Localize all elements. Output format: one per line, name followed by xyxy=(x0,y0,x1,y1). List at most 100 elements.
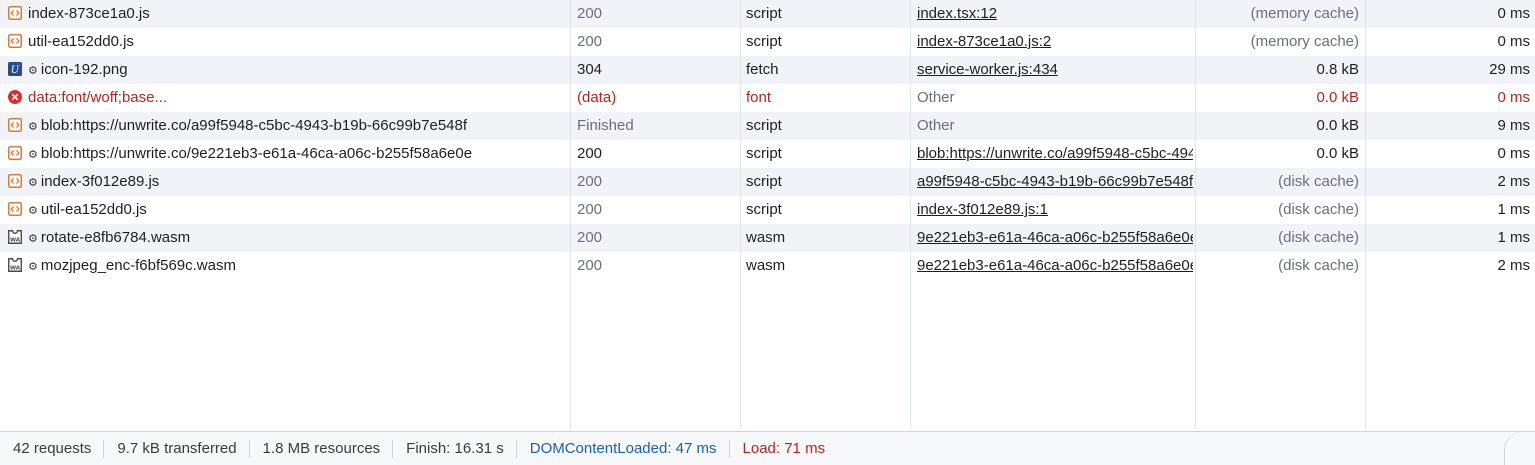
request-size: (disk cache) xyxy=(1278,173,1359,190)
request-status: 200 xyxy=(577,257,603,274)
request-name: data:font/woff;base... xyxy=(28,89,167,106)
table-row[interactable]: ⚙ index-3f012e89.js 200 script a99f5948-c5bc… xyxy=(0,168,1535,196)
svg-text:WA: WA xyxy=(10,266,21,272)
request-initiator-cell: 9e221eb3-e61a-46ca-a06c-b255f58a6e0e xyxy=(917,252,1193,280)
column-divider[interactable] xyxy=(1195,0,1196,430)
service-worker-gear-icon: ⚙ xyxy=(28,149,38,161)
request-time: 2 ms xyxy=(1497,257,1530,274)
request-name: util-ea152dd0.js xyxy=(28,33,134,50)
initiator-text: Other xyxy=(917,89,955,106)
initiator-link[interactable]: blob:https://unwrite.co/a99f5948-c5bc-49… xyxy=(917,145,1193,162)
svg-text:U: U xyxy=(11,65,20,76)
request-status: 200 xyxy=(577,201,603,218)
table-row[interactable]: WA ⚙ rotate-e8fb6784.wasm 200 wasm 9e221eb3-e… xyxy=(0,224,1535,252)
svg-text:WA: WA xyxy=(10,238,21,244)
request-status: (data) xyxy=(577,89,617,106)
request-name: blob:https://unwrite.co/a99f5948-c5bc-49… xyxy=(40,117,468,134)
request-type: script xyxy=(746,5,782,22)
request-initiator-cell: index-3f012e89.js:1 xyxy=(917,196,1193,224)
request-name-cell[interactable]: WA ⚙ rotate-e8fb6784.wasm xyxy=(8,224,564,252)
request-size: 0.0 kB xyxy=(1316,145,1359,162)
table-row[interactable]: ⚙ blob:https://unwrite.co/9e221eb3-e61a-4… xyxy=(0,140,1535,168)
initiator-link[interactable]: service-worker.js:434 xyxy=(917,61,1058,78)
request-size: 0.8 kB xyxy=(1316,61,1359,78)
request-status: 200 xyxy=(577,33,603,50)
resources-size: 1.8 MB resources xyxy=(250,440,394,459)
column-divider[interactable] xyxy=(1365,0,1366,430)
request-time: 9 ms xyxy=(1497,117,1530,134)
table-row[interactable]: WA ⚙ mozjpeg_enc-f6bf569c.wasm 200 wasm 9e221… xyxy=(0,252,1535,280)
request-status: 200 xyxy=(577,229,603,246)
request-count: 42 requests xyxy=(0,440,105,459)
request-size: (memory cache) xyxy=(1250,5,1359,22)
request-type: script xyxy=(746,173,782,190)
request-initiator-cell: blob:https://unwrite.co/a99f5948-c5bc-49… xyxy=(917,140,1193,168)
initiator-link[interactable]: 9e221eb3-e61a-46ca-a06c-b255f58a6e0e xyxy=(917,257,1193,274)
request-status: 200 xyxy=(577,173,603,190)
table-row[interactable]: ⚙ blob:https://unwrite.co/a99f5948-c5bc-4… xyxy=(0,112,1535,140)
request-name: rotate-e8fb6784.wasm xyxy=(40,229,191,246)
request-initiator-cell: service-worker.js:434 xyxy=(917,56,1193,84)
wasm-file-icon: WA xyxy=(8,254,22,272)
transferred-size: 9.7 kB transferred xyxy=(104,440,250,459)
dom-content-loaded-time: DOMContentLoaded: 47 ms xyxy=(517,440,730,459)
column-divider[interactable] xyxy=(910,0,911,430)
service-worker-gear-icon: ⚙ xyxy=(28,261,38,273)
initiator-link[interactable]: index-873ce1a0.js:2 xyxy=(917,33,1051,50)
table-row[interactable]: util-ea152dd0.js 200 script index-873ce1a0.… xyxy=(0,28,1535,56)
request-name: util-ea152dd0.js xyxy=(40,201,147,218)
request-name-cell[interactable]: ⚙ util-ea152dd0.js xyxy=(8,196,564,224)
request-name: blob:https://unwrite.co/9e221eb3-e61a-46… xyxy=(40,145,473,162)
request-time: 0 ms xyxy=(1497,33,1530,50)
request-type: script xyxy=(746,145,782,162)
request-time: 0 ms xyxy=(1497,145,1530,162)
script-file-icon xyxy=(8,114,22,132)
request-size: (disk cache) xyxy=(1278,201,1359,218)
table-row[interactable]: ⚙ util-ea152dd0.js 200 script index-3f012e89… xyxy=(0,196,1535,224)
request-size: 0.0 kB xyxy=(1316,89,1359,106)
error-icon xyxy=(8,86,22,104)
request-initiator-cell: Other xyxy=(917,84,1193,112)
table-row[interactable]: index-873ce1a0.js 200 script index.tsx:12 (m… xyxy=(0,0,1535,28)
finish-time: Finish: 16.31 s xyxy=(393,440,517,459)
request-time: 0 ms xyxy=(1497,5,1530,22)
request-status: 304 xyxy=(577,61,603,78)
initiator-link[interactable]: index-3f012e89.js:1 xyxy=(917,201,1048,218)
request-name: index-3f012e89.js xyxy=(40,173,160,190)
request-initiator-cell: index-873ce1a0.js:2 xyxy=(917,28,1193,56)
request-initiator-cell: Other xyxy=(917,112,1193,140)
request-name-cell[interactable]: util-ea152dd0.js xyxy=(8,28,564,56)
request-type: wasm xyxy=(746,229,786,246)
request-type: fetch xyxy=(746,61,779,78)
request-name-cell[interactable]: ⚙ index-3f012e89.js xyxy=(8,168,564,196)
request-name-cell[interactable]: U ⚙ icon-192.png xyxy=(8,56,564,84)
request-name: icon-192.png xyxy=(40,61,128,78)
table-row[interactable]: U ⚙ icon-192.png 304 fetch service-worker.js:… xyxy=(0,56,1535,84)
initiator-link[interactable]: 9e221eb3-e61a-46ca-a06c-b255f58a6e0e xyxy=(917,229,1193,246)
request-name-cell[interactable]: WA ⚙ mozjpeg_enc-f6bf569c.wasm xyxy=(8,252,564,280)
request-name-cell[interactable]: index-873ce1a0.js xyxy=(8,0,564,28)
request-name-cell[interactable]: data:font/woff;base... xyxy=(8,84,564,112)
network-panel: WA ⚙ mozjpeg_enc-f6bf569c.wasm 200 wasm 9e221… xyxy=(0,0,1535,465)
request-initiator-cell: 9e221eb3-e61a-46ca-a06c-b255f58a6e0e xyxy=(917,224,1193,252)
request-table: WA ⚙ mozjpeg_enc-f6bf569c.wasm 200 wasm 9e221… xyxy=(0,0,1535,430)
request-name: index-873ce1a0.js xyxy=(28,5,150,22)
request-status: 200 xyxy=(577,145,603,162)
request-size: (disk cache) xyxy=(1278,229,1359,246)
initiator-text: Other xyxy=(917,117,955,134)
request-type: script xyxy=(746,33,782,50)
column-divider[interactable] xyxy=(740,0,741,430)
initiator-link[interactable]: a99f5948-c5bc-4943-b19b-66c99b7e548f xyxy=(917,173,1193,190)
request-time: 1 ms xyxy=(1497,229,1530,246)
request-name-cell[interactable]: ⚙ blob:https://unwrite.co/9e221eb3-e61a-4… xyxy=(8,140,564,168)
script-file-icon xyxy=(8,170,22,188)
request-status: 200 xyxy=(577,5,603,22)
request-type: wasm xyxy=(746,257,786,274)
column-divider[interactable] xyxy=(570,0,571,430)
table-row[interactable]: data:font/woff;base... (data) font Other 0.0… xyxy=(0,84,1535,112)
status-bar: 42 requests 9.7 kB transferred 1.8 MB reso… xyxy=(0,431,1535,465)
request-time: 2 ms xyxy=(1497,173,1530,190)
request-name-cell[interactable]: ⚙ blob:https://unwrite.co/a99f5948-c5bc-4… xyxy=(8,112,564,140)
request-size: (memory cache) xyxy=(1250,33,1359,50)
initiator-link[interactable]: index.tsx:12 xyxy=(917,5,997,22)
